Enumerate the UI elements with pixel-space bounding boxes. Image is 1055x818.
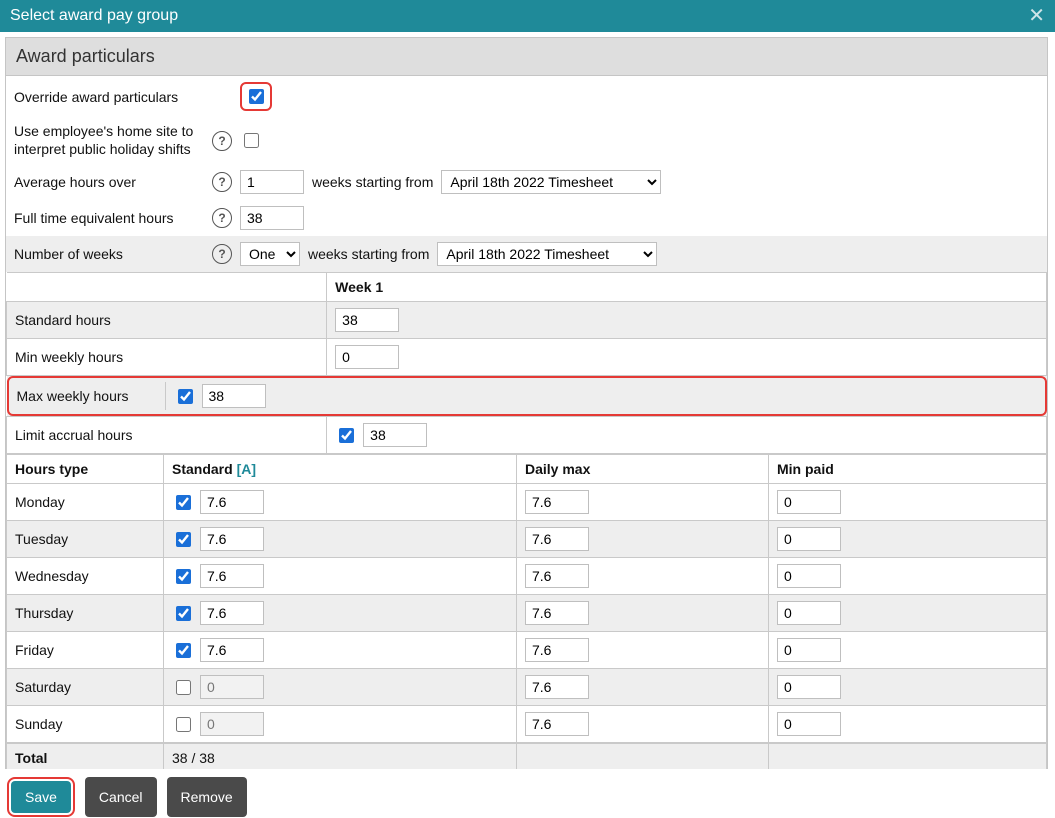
modal-scroll-area[interactable]: Award particulars Override award particu…	[1, 33, 1054, 769]
day-label: Thursday	[7, 595, 164, 632]
standard-a-link[interactable]: [A]	[237, 461, 256, 477]
day-dailymax-input[interactable]	[525, 601, 589, 625]
table-row: Sunday	[7, 706, 1047, 743]
save-button[interactable]: Save	[11, 781, 71, 813]
day-minpaid-input[interactable]	[777, 675, 841, 699]
avg-hours-timesheet-select[interactable]: April 18th 2022 Timesheet	[441, 170, 661, 194]
remove-button[interactable]: Remove	[167, 777, 247, 817]
day-std-input[interactable]	[200, 564, 264, 588]
day-std-input[interactable]	[200, 601, 264, 625]
day-label: Tuesday	[7, 521, 164, 558]
day-std-input[interactable]	[200, 490, 264, 514]
avg-hours-over-input[interactable]	[240, 170, 304, 194]
hours-type-header: Hours type	[7, 455, 164, 484]
table-row: Tuesday	[7, 521, 1047, 558]
day-dailymax-input[interactable]	[525, 712, 589, 736]
table-row: Friday	[7, 632, 1047, 669]
num-weeks-select[interactable]: One	[240, 242, 300, 266]
weeks-starting-from-text-2: weeks starting from	[308, 246, 429, 262]
use-home-site-checkbox[interactable]	[244, 133, 259, 148]
standard-hours-label: Standard hours	[7, 302, 327, 339]
day-grid: Hours type Standard [A] Daily max Min pa…	[6, 454, 1047, 743]
override-highlight	[240, 82, 272, 111]
day-minpaid-input[interactable]	[777, 601, 841, 625]
day-minpaid-input[interactable]	[777, 712, 841, 736]
help-icon[interactable]: ?	[212, 208, 232, 228]
cancel-button[interactable]: Cancel	[85, 777, 157, 817]
max-weekly-label: Max weekly hours	[9, 382, 166, 410]
fte-input[interactable]	[240, 206, 304, 230]
day-minpaid-input[interactable]	[777, 490, 841, 514]
table-row: Thursday	[7, 595, 1047, 632]
standard-hours-input[interactable]	[335, 308, 399, 332]
use-home-site-label: Use employee's home site to interpret pu…	[14, 123, 204, 158]
day-std-checkbox[interactable]	[176, 495, 191, 510]
day-minpaid-input[interactable]	[777, 527, 841, 551]
avg-hours-over-label: Average hours over	[14, 174, 204, 190]
day-minpaid-input[interactable]	[777, 638, 841, 662]
weeks-starting-from-text: weeks starting from	[312, 174, 433, 190]
day-label: Sunday	[7, 706, 164, 743]
max-weekly-input[interactable]	[202, 384, 266, 408]
day-label: Wednesday	[7, 558, 164, 595]
day-dailymax-input[interactable]	[525, 527, 589, 551]
modal-title: Select award pay group	[10, 7, 178, 25]
min-weekly-label: Min weekly hours	[7, 339, 327, 376]
limit-accrual-input[interactable]	[363, 423, 427, 447]
table-row: Wednesday	[7, 558, 1047, 595]
table-row: Saturday	[7, 669, 1047, 706]
day-std-input[interactable]	[200, 527, 264, 551]
table-row: Monday	[7, 484, 1047, 521]
day-std-checkbox[interactable]	[176, 643, 191, 658]
day-std-checkbox[interactable]	[176, 569, 191, 584]
modal-titlebar: Select award pay group ✕	[0, 0, 1055, 32]
override-checkbox[interactable]	[249, 89, 264, 104]
day-minpaid-input[interactable]	[777, 564, 841, 588]
fte-label: Full time equivalent hours	[14, 210, 204, 226]
day-dailymax-input[interactable]	[525, 564, 589, 588]
min-weekly-input[interactable]	[335, 345, 399, 369]
num-weeks-label: Number of weeks	[14, 246, 204, 262]
total-value: 38 / 38	[164, 744, 517, 770]
weeks-grid: Week 1 Standard hours Min weekly hours	[6, 272, 1047, 454]
close-icon[interactable]: ✕	[1028, 6, 1045, 26]
day-label: Friday	[7, 632, 164, 669]
max-weekly-checkbox[interactable]	[178, 389, 193, 404]
day-std-checkbox[interactable]	[176, 532, 191, 547]
override-label: Override award particulars	[14, 89, 204, 105]
day-dailymax-input[interactable]	[525, 675, 589, 699]
week-1-header: Week 1	[327, 273, 1047, 302]
num-weeks-timesheet-select[interactable]: April 18th 2022 Timesheet	[437, 242, 657, 266]
day-dailymax-input[interactable]	[525, 638, 589, 662]
day-label: Monday	[7, 484, 164, 521]
help-icon[interactable]: ?	[212, 131, 232, 151]
help-icon[interactable]: ?	[212, 244, 232, 264]
min-paid-header: Min paid	[769, 455, 1047, 484]
section-header: Award particulars	[6, 38, 1047, 76]
day-std-checkbox[interactable]	[176, 717, 191, 732]
daily-max-header: Daily max	[517, 455, 769, 484]
day-dailymax-input[interactable]	[525, 490, 589, 514]
help-icon[interactable]: ?	[212, 172, 232, 192]
day-std-input[interactable]	[200, 712, 264, 736]
day-std-input[interactable]	[200, 675, 264, 699]
save-highlight: Save	[7, 777, 75, 817]
standard-header: Standard [A]	[164, 455, 517, 484]
day-std-checkbox[interactable]	[176, 606, 191, 621]
day-std-checkbox[interactable]	[176, 680, 191, 695]
day-std-input[interactable]	[200, 638, 264, 662]
limit-accrual-checkbox[interactable]	[339, 428, 354, 443]
day-label: Saturday	[7, 669, 164, 706]
total-label: Total	[7, 744, 164, 770]
totals-grid: Total 38 / 38 Week 1	[6, 743, 1047, 769]
limit-accrual-label: Limit accrual hours	[7, 417, 327, 454]
